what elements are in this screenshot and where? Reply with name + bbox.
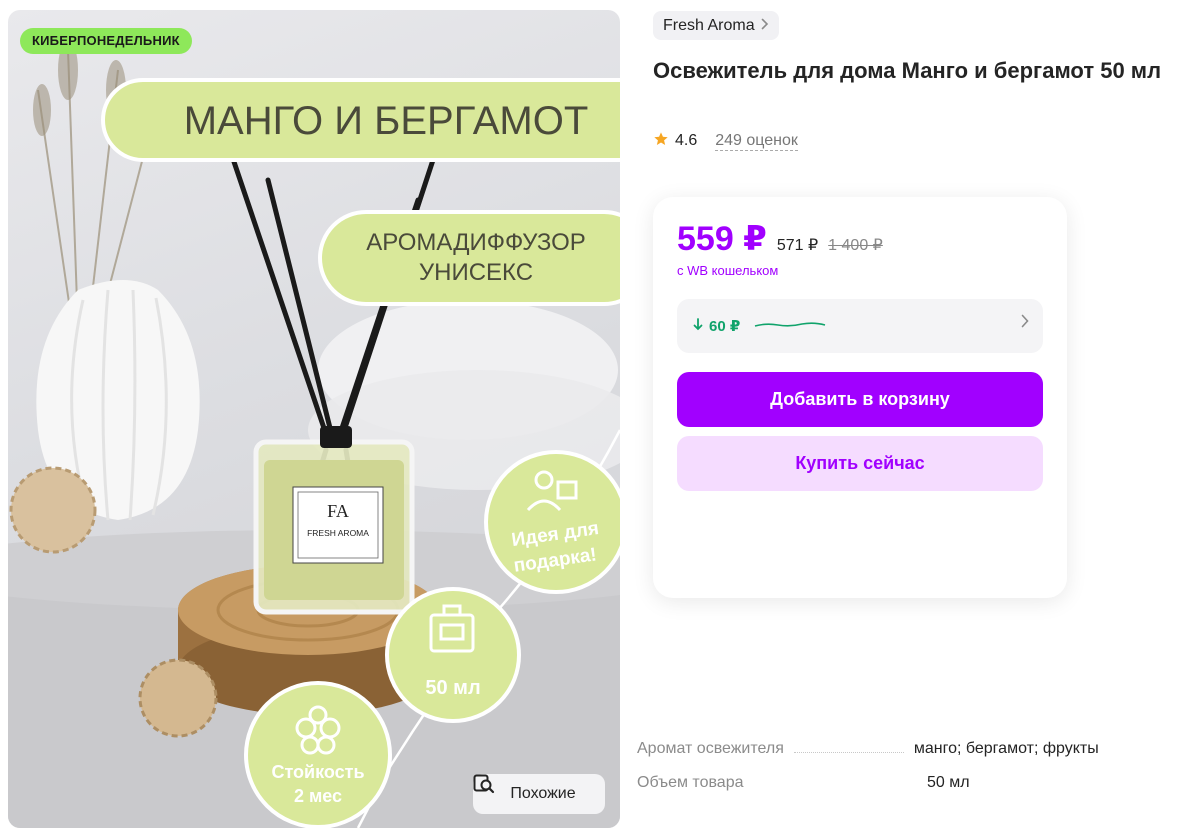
buy-now-button[interactable]: Купить сейчас (677, 436, 1043, 491)
arrow-down-icon (693, 317, 703, 335)
specs-list: Аромат освежителя манго; бергамот; фрукт… (637, 740, 1177, 808)
reviews-link[interactable]: 249 оценок (715, 132, 798, 151)
brand-name: Fresh Aroma (663, 16, 755, 34)
durability-line2: 2 мес (294, 786, 342, 806)
product-title: Освежитель для дома Манго и бергамот 50 … (653, 58, 1162, 83)
type-line1: АРОМАДИФФУЗОР (366, 229, 586, 256)
durability-line1: Стойкость (271, 762, 364, 782)
spec-name: Аромат освежителя (637, 740, 784, 757)
bottle-brand: FRESH AROMA (307, 528, 369, 538)
product-image-gallery[interactable]: FA FRESH AROMA МАНГО И БЕРГАМОТ АРОМАДИФ… (8, 10, 620, 828)
price-current: 559 ₽ (677, 220, 767, 258)
similar-label: Похожие (510, 785, 576, 802)
spec-dots (793, 752, 904, 753)
product-photo: FA FRESH AROMA МАНГО И БЕРГАМОТ АРОМАДИФ… (8, 40, 620, 828)
price-drop-value: 60 ₽ (709, 318, 741, 335)
brand-link[interactable]: Fresh Aroma (653, 11, 779, 40)
rating-row: 4.6 249 оценок (653, 130, 798, 152)
price-original: 1 400 ₽ (828, 237, 883, 254)
spec-name: Объем товара (637, 774, 744, 791)
price-old: 571 ₽ (776, 237, 819, 254)
volume-text: 50 мл (425, 677, 480, 699)
promo-badge: КИБЕРПОНЕДЕЛЬНИК (20, 28, 192, 54)
rating-value: 4.6 (675, 132, 698, 149)
headline-text: МАНГО И БЕРГАМОТ (184, 99, 589, 143)
spec-row: Объем товара 50 мл (637, 774, 1177, 808)
bottle-logo: FA (327, 501, 349, 521)
price-drop: 60 ₽ (693, 317, 740, 335)
similar-button[interactable]: Похожие (473, 774, 605, 814)
spec-value: манго; бергамот; фрукты (913, 740, 1099, 757)
wallet-note: с WB кошельком (677, 263, 779, 278)
price-row: 559 ₽ 571 ₽ 1 400 ₽ (677, 219, 883, 259)
chevron-right-icon (761, 17, 769, 35)
add-to-cart-button[interactable]: Добавить в корзину (677, 372, 1043, 427)
type-line2: УНИСЕКС (419, 259, 533, 286)
price-history-widget[interactable]: 60 ₽ (677, 299, 1043, 353)
spec-value: 50 мл (927, 774, 970, 791)
price-trend-sparkline (754, 317, 826, 335)
chevron-right-icon (1021, 314, 1029, 333)
price-card: 559 ₽ 571 ₽ 1 400 ₽ с WB кошельком 60 ₽ … (653, 197, 1067, 598)
spec-row: Аромат освежителя манго; бергамот; фрукт… (637, 740, 1177, 774)
star-icon (653, 131, 669, 152)
